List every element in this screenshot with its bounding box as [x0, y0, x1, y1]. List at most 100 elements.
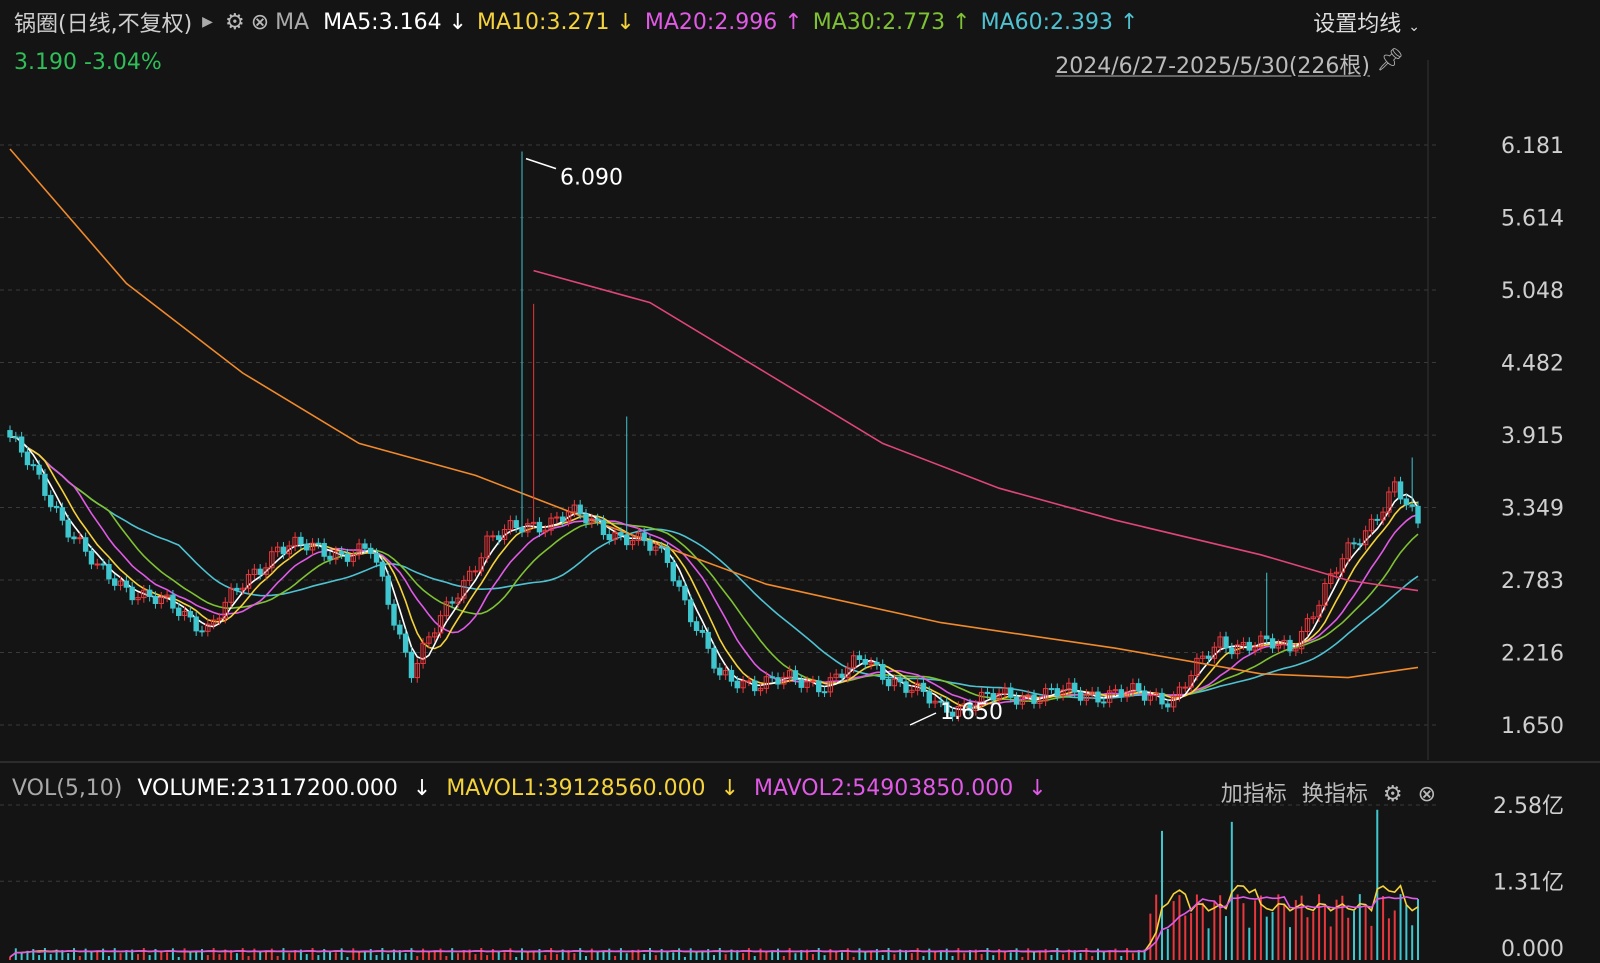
- low-pointer: [909, 712, 937, 726]
- candle-body: [257, 568, 263, 575]
- candle-body: [234, 587, 240, 591]
- candle-body: [618, 532, 624, 536]
- candle-body: [123, 580, 130, 588]
- candle-body: [1269, 638, 1276, 649]
- candle-body: [94, 563, 100, 566]
- candle-body: [30, 464, 36, 467]
- candle-body: [1357, 543, 1363, 546]
- candle-body: [839, 673, 845, 678]
- candle-body: [1409, 504, 1415, 507]
- price-tick-label: 6.181: [1501, 134, 1564, 159]
- mavol1-line: [9, 884, 1419, 958]
- candle-body: [1165, 703, 1171, 708]
- candle-body: [397, 624, 403, 635]
- volume-tick-label: 2.58亿: [1493, 794, 1564, 819]
- candle-body: [344, 553, 351, 562]
- low-label: 1.650: [940, 700, 1003, 725]
- candle-body: [1223, 636, 1229, 649]
- candle-body: [1182, 686, 1188, 689]
- candle-body: [1403, 498, 1410, 506]
- candle-body: [1264, 635, 1270, 640]
- candle-body: [926, 690, 932, 704]
- price-tick-label: 2.783: [1501, 569, 1564, 594]
- candle-body: [82, 537, 89, 552]
- candle-body: [1287, 639, 1293, 652]
- candle-body: [624, 534, 630, 546]
- candle-body: [59, 507, 66, 521]
- candle-body: [658, 546, 665, 549]
- candle-body: [1141, 690, 1148, 701]
- candle-body: [699, 629, 706, 633]
- candle-body: [1077, 691, 1084, 701]
- candle-body: [874, 661, 880, 666]
- candle-body: [600, 519, 607, 536]
- candle-body: [752, 680, 758, 692]
- price-tick-label: 5.048: [1501, 279, 1564, 304]
- candle-body: [112, 578, 118, 586]
- grid-lines: [0, 60, 1600, 763]
- candle-body: [199, 630, 205, 633]
- candle-body: [1072, 682, 1078, 693]
- candle-body: [449, 601, 455, 604]
- candle-body: [1205, 655, 1212, 659]
- candle-body: [373, 552, 380, 563]
- candle-body: [577, 504, 583, 515]
- candle-body: [496, 535, 502, 540]
- candle-body: [897, 678, 903, 683]
- candle-body: [728, 669, 735, 682]
- candle-body: [48, 494, 54, 507]
- candle-body: [1054, 688, 1060, 697]
- candle-body: [711, 647, 717, 669]
- candle-body: [1136, 683, 1142, 692]
- candle-body: [1374, 518, 1380, 521]
- candle-body: [903, 681, 909, 693]
- candle-body: [1008, 687, 1014, 698]
- high-pointer: [525, 157, 557, 170]
- volume-axis: 2.58亿 1.31亿 0.000: [1493, 794, 1564, 962]
- candle-body: [490, 535, 496, 538]
- price-tick-label: 3.915: [1501, 424, 1564, 449]
- price-axis: 6.181 5.614 5.048 4.482 3.915 3.349 2.783 2.216…: [1501, 134, 1564, 739]
- price-tick-label: 4.482: [1501, 351, 1564, 376]
- candle-body: [321, 543, 327, 557]
- candle-body: [583, 513, 589, 524]
- candle-body: [821, 691, 828, 694]
- candle-body: [338, 550, 345, 555]
- candle-body: [810, 680, 816, 683]
- candle-body: [536, 521, 543, 533]
- candle-body: [1229, 647, 1235, 655]
- candle-body: [100, 563, 106, 566]
- candle-body: [676, 580, 682, 587]
- candle-body: [856, 655, 863, 661]
- candlesticks: [7, 151, 1421, 722]
- candle-body: [594, 518, 601, 521]
- candle-body: [391, 603, 397, 626]
- ma250-line: [533, 269, 1419, 592]
- candle-body: [880, 664, 886, 680]
- candle-body: [560, 516, 566, 522]
- candle-body: [362, 543, 368, 549]
- candle-body: [682, 585, 688, 601]
- candle-body: [769, 676, 775, 679]
- candle-body: [1013, 696, 1020, 705]
- candle-body: [798, 679, 804, 688]
- price-tick-label: 3.349: [1501, 497, 1564, 522]
- candle-body: [88, 550, 95, 565]
- candle-body: [990, 693, 996, 701]
- price-tick-label: 2.216: [1501, 642, 1564, 667]
- candle-body: [304, 543, 310, 551]
- candle-body: [379, 561, 386, 577]
- candle-body: [920, 682, 927, 692]
- candle-body: [152, 595, 159, 605]
- volume-bars: [0, 804, 1438, 960]
- kline-chart[interactable]: 6.090 1.650 6.181 5.614 5.048 4.482 3.915 3.34…: [0, 0, 1600, 963]
- candle-body: [688, 599, 694, 623]
- candle-body: [1118, 689, 1124, 698]
- candle-body: [36, 464, 42, 475]
- candle-body: [408, 651, 415, 679]
- candle-body: [775, 677, 781, 685]
- candle-body: [1246, 641, 1252, 651]
- candle-body: [146, 589, 153, 597]
- volume-tick-label: 0.000: [1501, 937, 1564, 962]
- candle-body: [816, 680, 822, 693]
